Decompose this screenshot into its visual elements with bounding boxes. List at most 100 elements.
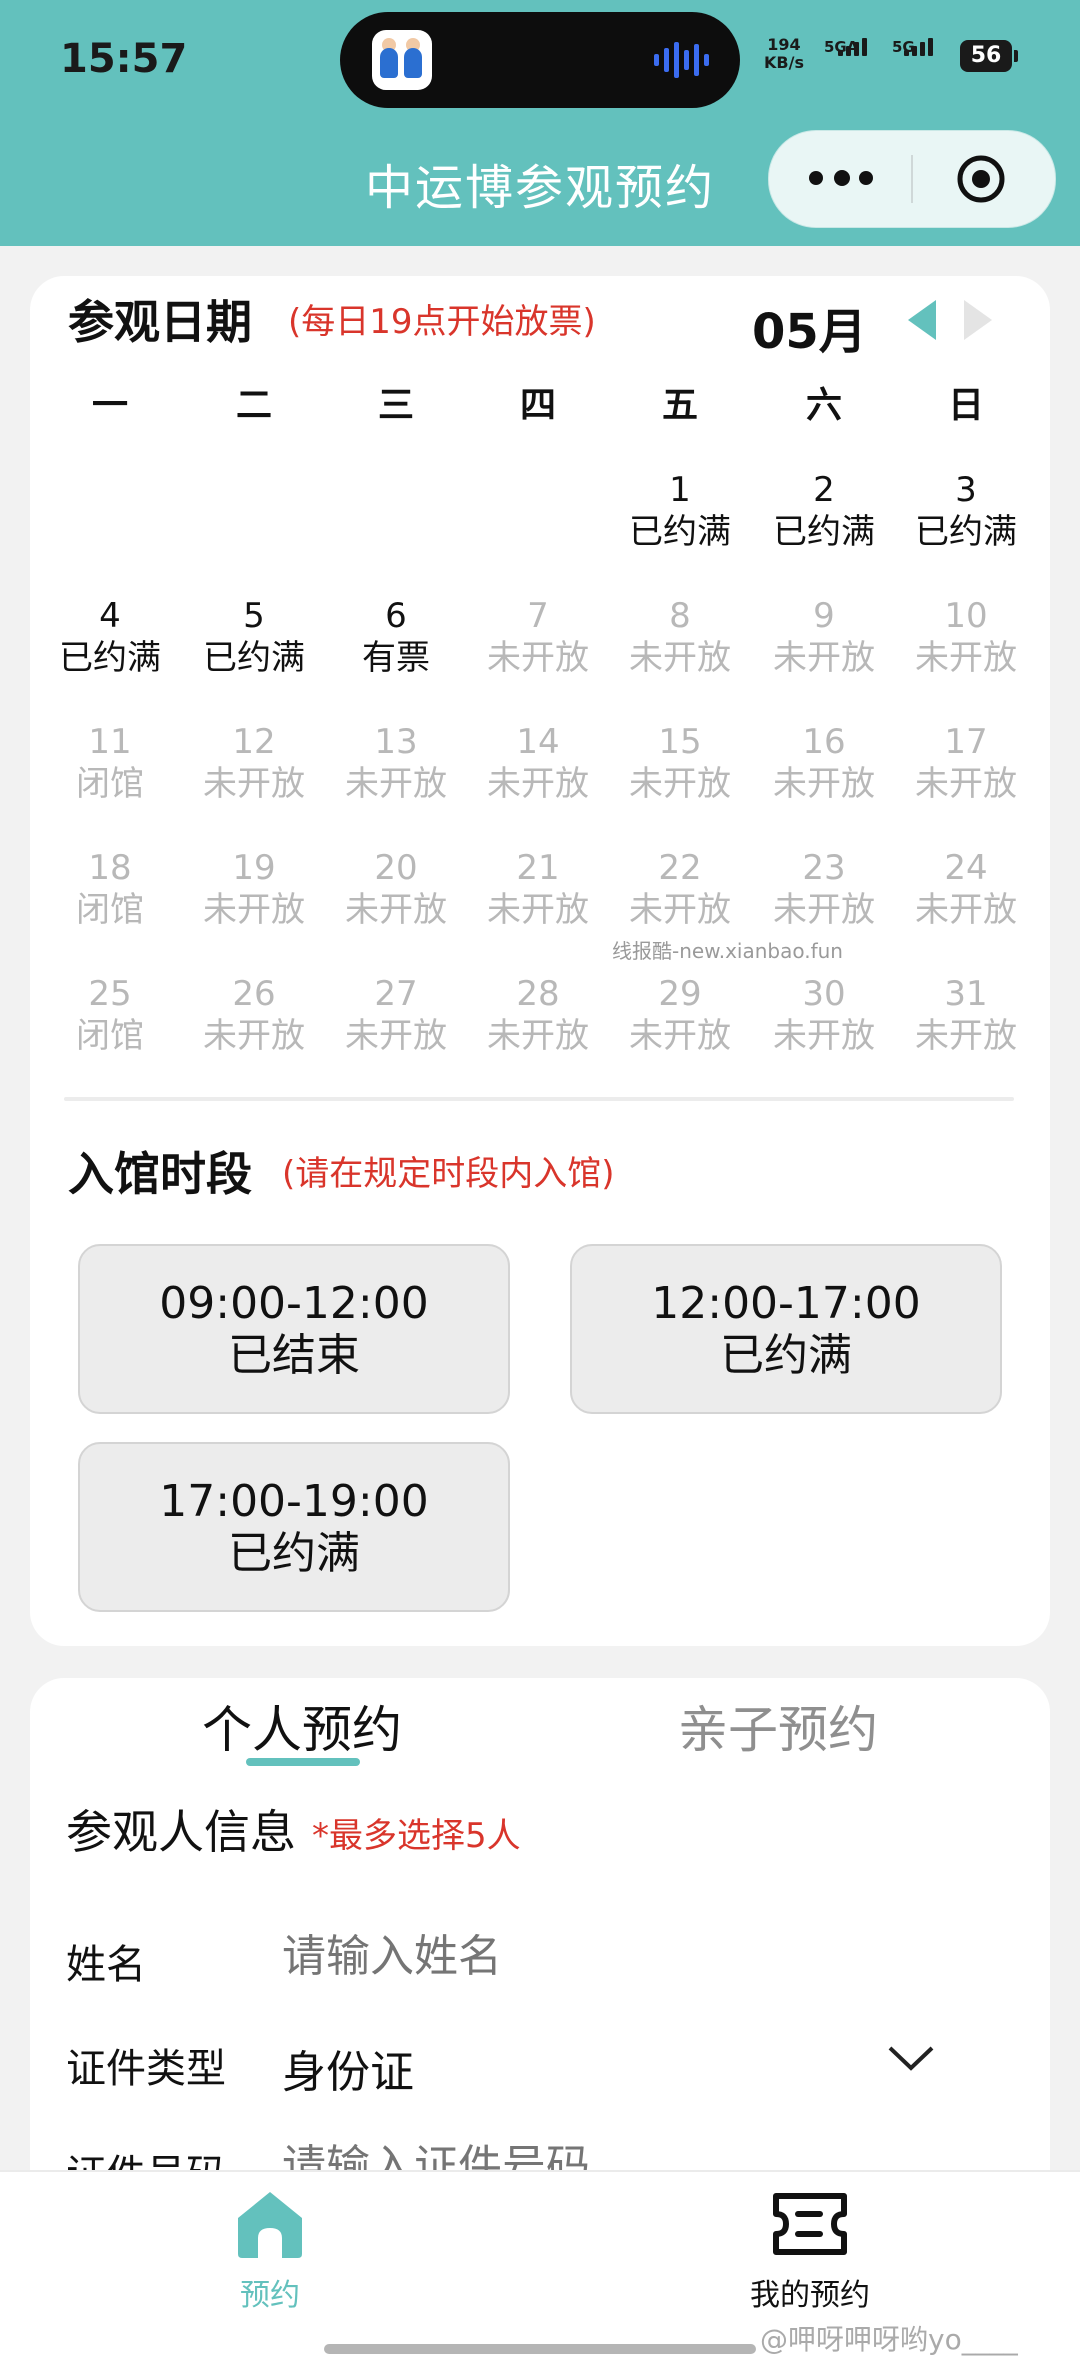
time-slot[interactable]: 09:00-12:00 已结束 (78, 1244, 510, 1414)
time-slot[interactable]: 12:00-17:00 已约满 (570, 1244, 1002, 1414)
id-type-label: 证件类型 (66, 2046, 226, 2092)
calendar-day[interactable]: 2 已约满 (754, 470, 894, 560)
time-section-note: (请在规定时段内入馆) (282, 1154, 615, 1194)
prev-month-icon[interactable] (904, 298, 940, 342)
day-number: 28 (516, 974, 560, 1014)
calendar-day[interactable]: 23 未开放 (754, 848, 894, 938)
slot-time: 09:00-12:00 (159, 1278, 429, 1329)
calendar-day[interactable]: 19 未开放 (184, 848, 324, 938)
date-section-note: (每日19点开始放票) (288, 302, 596, 342)
status-icons: 194 KB/s 5GA 5G 56 (764, 34, 1024, 84)
calendar-day[interactable]: 20 未开放 (326, 848, 466, 938)
nav-home[interactable]: 预约 (170, 2188, 370, 2314)
calendar-day[interactable]: 8 未开放 (610, 596, 750, 686)
day-number: 19 (232, 848, 276, 888)
day-status: 未开放 (915, 890, 1017, 930)
calendar-day[interactable]: 18 闭馆 (40, 848, 180, 938)
weekday-label: 五 (661, 385, 698, 426)
calendar-day[interactable]: 25 闭馆 (40, 974, 180, 1064)
day-number: 12 (232, 722, 276, 762)
weibo-watermark: @呷呀呷呀哟yo____ (760, 2323, 1018, 2356)
calendar-day[interactable]: 11 闭馆 (40, 722, 180, 812)
nav-my-bookings[interactable]: 我的预约 (710, 2188, 910, 2314)
calendar-day[interactable]: 9 未开放 (754, 596, 894, 686)
day-status: 未开放 (915, 764, 1017, 804)
calendar-day[interactable]: 12 未开放 (184, 722, 324, 812)
calendar-day[interactable]: 21 未开放 (468, 848, 608, 938)
calendar-day[interactable]: 24 未开放 (896, 848, 1036, 938)
next-month-icon[interactable] (960, 298, 996, 342)
day-status: 有票 (362, 638, 430, 678)
close-miniapp-icon[interactable] (955, 153, 1007, 205)
day-number: 5 (243, 596, 265, 636)
battery-icon: 56 (960, 40, 1018, 72)
calendar-day[interactable]: 16 未开放 (754, 722, 894, 812)
day-number: 30 (802, 974, 846, 1014)
app-header: 15:57 194 KB/s 5GA 5G 56 中运博参观预约 (0, 0, 1080, 246)
slot-time: 17:00-19:00 (159, 1476, 429, 1527)
chevron-down-icon[interactable] (886, 2044, 936, 2074)
time-slot[interactable]: 17:00-19:00 已约满 (78, 1442, 510, 1612)
status-time: 15:57 (60, 36, 188, 82)
name-label: 姓名 (66, 1942, 146, 1988)
watermark-text: 线报酷-new.xianbao.fun (612, 939, 843, 963)
day-status: 未开放 (345, 890, 447, 930)
home-indicator[interactable] (324, 2344, 756, 2354)
calendar-day[interactable]: 15 未开放 (610, 722, 750, 812)
calendar-day[interactable]: 27 未开放 (326, 974, 466, 1064)
calendar-day[interactable]: 30 未开放 (754, 974, 894, 1064)
calendar-day[interactable]: 13 未开放 (326, 722, 466, 812)
page-title: 中运博参观预约 (364, 160, 715, 216)
slot-time: 12:00-17:00 (651, 1278, 921, 1329)
active-tab-indicator (246, 1758, 360, 1766)
calendar-day[interactable]: 5 已约满 (184, 596, 324, 686)
calendar-day[interactable]: 31 未开放 (896, 974, 1036, 1064)
id-type-select[interactable]: 身份证 (282, 2036, 414, 2100)
calendar-day[interactable]: 14 未开放 (468, 722, 608, 812)
day-number: 10 (944, 596, 988, 636)
day-number: 3 (955, 470, 977, 510)
day-status: 未开放 (915, 638, 1017, 678)
tab-family[interactable]: 亲子预约 (648, 1690, 908, 1762)
calendar-day[interactable]: 29 未开放 (610, 974, 750, 1064)
month-label: 05月 (752, 304, 867, 360)
day-number: 9 (813, 596, 835, 636)
calendar-day[interactable]: 4 已约满 (40, 596, 180, 686)
day-status: 已约满 (629, 512, 731, 552)
more-icon[interactable] (809, 169, 873, 189)
name-input[interactable] (282, 1928, 802, 1984)
day-number: 23 (802, 848, 846, 888)
dynamic-island[interactable] (340, 12, 740, 108)
calendar-day[interactable]: 3 已约满 (896, 470, 1036, 560)
ticket-icon (773, 2193, 847, 2255)
calendar-day[interactable]: 28 未开放 (468, 974, 608, 1064)
net-speed: 194 KB/s (764, 36, 804, 72)
calendar-day[interactable]: 7 未开放 (468, 596, 608, 686)
day-number: 20 (374, 848, 418, 888)
day-number: 14 (516, 722, 560, 762)
day-number: 15 (658, 722, 702, 762)
calendar-day[interactable]: 26 未开放 (184, 974, 324, 1064)
day-number: 2 (813, 470, 835, 510)
day-status: 未开放 (773, 638, 875, 678)
calendar-day[interactable]: 1 已约满 (610, 470, 750, 560)
day-status: 未开放 (487, 764, 589, 804)
tab-personal[interactable]: 个人预约 (172, 1690, 432, 1762)
calendar-day[interactable]: 10 未开放 (896, 596, 1036, 686)
calendar-day[interactable]: 6 有票 (326, 596, 466, 686)
calendar-day[interactable]: 17 未开放 (896, 722, 1036, 812)
net-speed-unit: KB/s (764, 53, 804, 72)
slot-status: 已约满 (720, 1330, 852, 1381)
calendar-day[interactable]: 22 未开放 (610, 848, 750, 938)
day-number: 25 (88, 974, 132, 1014)
day-status: 未开放 (629, 890, 731, 930)
day-number: 29 (658, 974, 702, 1014)
day-status: 未开放 (203, 890, 305, 930)
miniapp-capsule (768, 130, 1056, 228)
audio-wave-icon (654, 42, 709, 78)
visitor-limit-note: *最多选择5人 (312, 1816, 521, 1856)
weekday-label: 二 (235, 385, 272, 426)
day-status: 已约满 (773, 512, 875, 552)
day-number: 18 (88, 848, 132, 888)
weekday-label: 日 (947, 385, 984, 426)
